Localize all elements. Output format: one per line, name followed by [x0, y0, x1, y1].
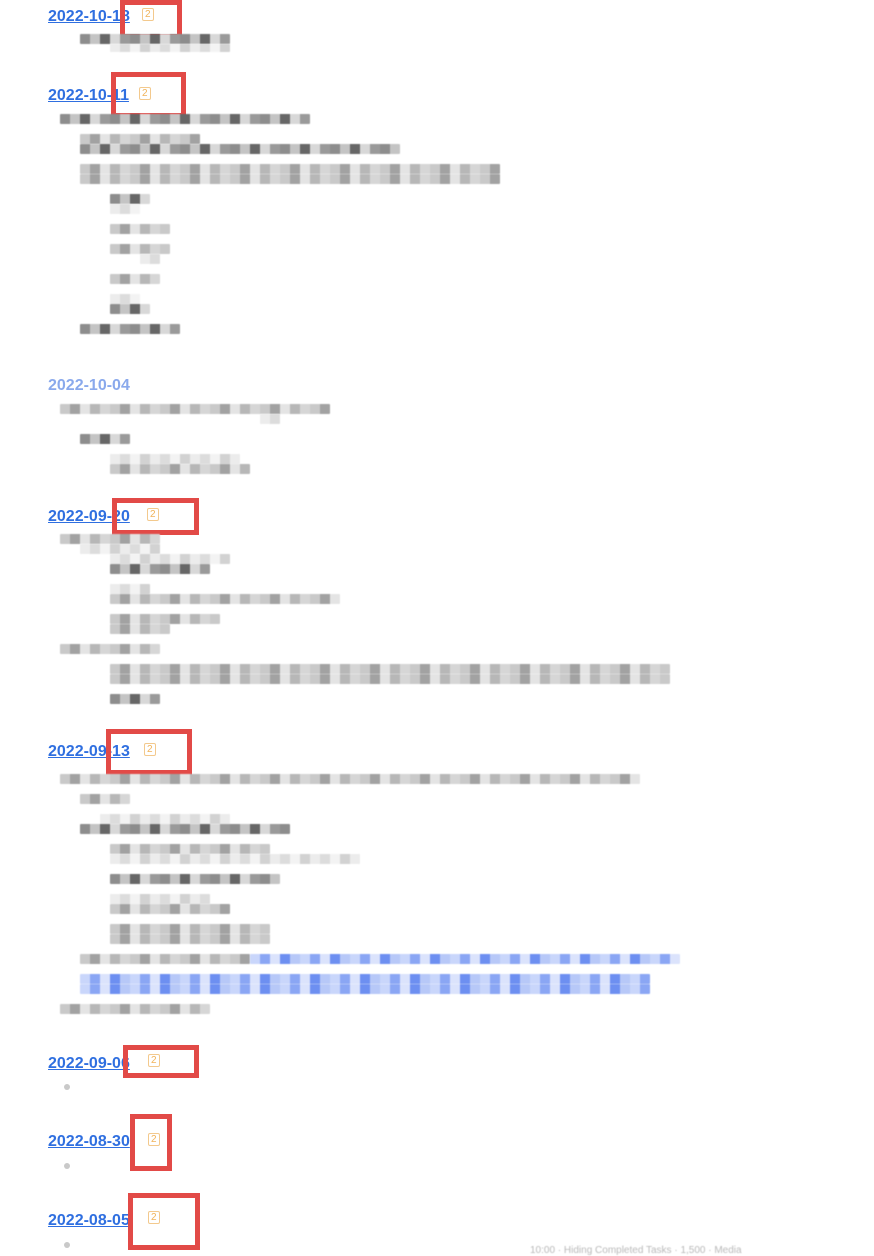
- redacted-text: [110, 934, 270, 944]
- redacted-text: [110, 894, 210, 904]
- redacted-link[interactable]: [80, 974, 650, 984]
- redacted-text: [60, 644, 160, 654]
- redacted-text: [110, 874, 280, 884]
- redacted-text: [60, 1004, 210, 1014]
- empty-bullet: [64, 1163, 70, 1169]
- redacted-text: [60, 774, 640, 784]
- redacted-link[interactable]: [80, 984, 650, 994]
- redacted-text: [80, 144, 400, 154]
- redacted-text: [80, 34, 230, 44]
- date-link-2022-08-05[interactable]: 2022-08-05: [48, 1212, 130, 1230]
- empty-bullet: [64, 1242, 70, 1248]
- redacted-text: [110, 564, 210, 574]
- highlight-box: [128, 1193, 200, 1250]
- redacted-text: [110, 204, 140, 214]
- redacted-text: [60, 114, 310, 124]
- redacted-text: [110, 464, 250, 474]
- redacted-text: [60, 534, 160, 544]
- redacted-text: [110, 924, 270, 934]
- redacted-text: [110, 844, 270, 854]
- redacted-text: [110, 614, 220, 624]
- redacted-text: [110, 194, 150, 204]
- redacted-text: [110, 224, 170, 234]
- redacted-text: [80, 164, 500, 174]
- redacted-text: [140, 254, 160, 264]
- highlight-box: [112, 498, 199, 535]
- redacted-text: [110, 304, 150, 314]
- redacted-text: [110, 44, 230, 52]
- redacted-text: [110, 694, 160, 704]
- status-bar: 10:00 · Hiding Completed Tasks · 1,500 ·…: [530, 1245, 742, 1256]
- redacted-text: [110, 554, 230, 564]
- redacted-text: [80, 954, 250, 964]
- date-link-2022-08-30[interactable]: 2022-08-30: [48, 1133, 130, 1151]
- redacted-text: [80, 174, 500, 184]
- redacted-text: [110, 904, 230, 914]
- redacted-text: [110, 854, 360, 864]
- redacted-text: [80, 824, 290, 834]
- highlight-box: [106, 729, 192, 775]
- redacted-text: [110, 244, 170, 254]
- redacted-text: [260, 414, 280, 424]
- redacted-text: [80, 544, 160, 554]
- highlight-box: [123, 1045, 199, 1078]
- redacted-text: [80, 134, 200, 144]
- redacted-text: [110, 664, 670, 674]
- empty-bullet: [64, 1084, 70, 1090]
- highlight-box: [130, 1114, 172, 1171]
- redacted-text: [110, 274, 160, 284]
- redacted-text: [80, 794, 130, 804]
- redacted-text: [80, 324, 180, 334]
- date-link-2022-10-04[interactable]: 2022-10-04: [48, 377, 130, 395]
- highlight-box: [111, 72, 186, 118]
- redacted-text: [110, 624, 170, 634]
- redacted-text: [80, 434, 130, 444]
- date-link-2022-09-06[interactable]: 2022-09-06: [48, 1055, 130, 1073]
- redacted-text: [110, 594, 340, 604]
- redacted-text: [100, 814, 230, 824]
- redacted-text: [110, 294, 140, 304]
- date-link-2022-10-18[interactable]: 2022-10-18: [48, 8, 130, 26]
- redacted-text: [110, 584, 150, 594]
- redacted-text: [110, 674, 670, 684]
- redacted-link[interactable]: [250, 954, 680, 964]
- redacted-text: [110, 454, 240, 464]
- redacted-text: [60, 404, 330, 414]
